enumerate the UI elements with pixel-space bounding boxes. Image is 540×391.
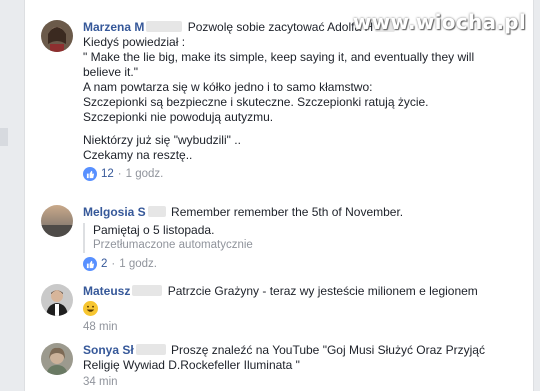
comment-text: Kiedyś powiedział : [83,35,186,49]
left-sidebar-strip [0,0,20,391]
comment-meta: 12 · 1 godz. [83,167,523,181]
separator: · [117,168,122,180]
comment-text: Remember remember the 5th of November. [171,205,404,219]
author-name[interactable]: Mateusz [83,284,130,298]
author-name[interactable]: Marzena M [83,20,144,34]
timestamp[interactable]: 1 godz. [119,258,157,270]
like-count[interactable]: 2 [101,258,107,270]
comment-text: Patrzcie Grażyny - teraz wy jesteście mi… [167,284,478,298]
site-watermark: www.wiocha.pl [352,10,526,34]
author-name[interactable]: Sonya Sł [83,343,134,357]
comment-text: Niektórzy już się "wybudzili" .. [83,133,241,147]
timestamp[interactable]: 34 min [83,376,118,388]
comment-text-line: Melgosia S Remember remember the 5th of … [83,205,523,220]
author-name[interactable]: Melgosia S [83,205,146,219]
avatar[interactable] [41,20,73,52]
comment-text: Szczepionki nie powodują autyzmu. [83,110,274,124]
comment-text: Szczepionki są bezpieczne i skuteczne. S… [83,95,429,109]
right-scroll-strip [534,0,540,391]
comment-text: Proszę znaleźć na YouTube "Goj Musi Służ… [171,343,485,357]
timestamp[interactable]: 48 min [83,321,118,333]
redacted-surname [135,344,166,355]
comment-meta: 48 min [83,321,523,333]
comment-text: Religię Wywiad D.Rockefeller Iluminata " [83,358,300,372]
redacted-surname [146,21,183,32]
timestamp[interactable]: 1 godz. [126,168,164,180]
comment-meta: 34 min [83,376,523,388]
redacted-surname [132,285,163,296]
thumbs-up-icon[interactable] [83,167,97,181]
comment-text: Czekamy na resztę.. [83,148,193,162]
comment-text: believe it." [83,65,138,79]
thumbs-up-icon[interactable] [83,257,97,271]
avatar[interactable] [41,205,73,237]
comment-text: A nam powtarza się w kółko jedno i to sa… [83,80,373,94]
avatar[interactable] [41,284,73,316]
translated-text: Pamiętaj o 5 listopada. [93,223,215,237]
separator: · [111,258,116,270]
comment-text: " Make the lie big, make its simple, kee… [83,50,475,64]
translation-note[interactable]: Przetłumaczone automatycznie [93,238,523,253]
comment-text-line: Sonya Sł Proszę znaleźć na YouTube "Goj … [83,343,523,358]
like-count[interactable]: 12 [101,168,114,180]
comment-text: Pozwolę sobie zacytować Adolfa H [187,20,374,34]
translation-block: Pamiętaj o 5 listopada. Przetłumaczone a… [83,223,523,253]
comments-card: Marzena M Pozwolę sobie zacytować Adolfa… [24,0,534,391]
comment-meta: 2 · 1 godz. [83,257,523,271]
grinning-face-icon [83,301,98,316]
redacted-surname [147,206,166,217]
comment-text-line: Mateusz Patrzcie Grażyny - teraz wy jest… [83,284,523,299]
avatar[interactable] [41,343,73,375]
left-sidebar-tab [0,128,8,146]
